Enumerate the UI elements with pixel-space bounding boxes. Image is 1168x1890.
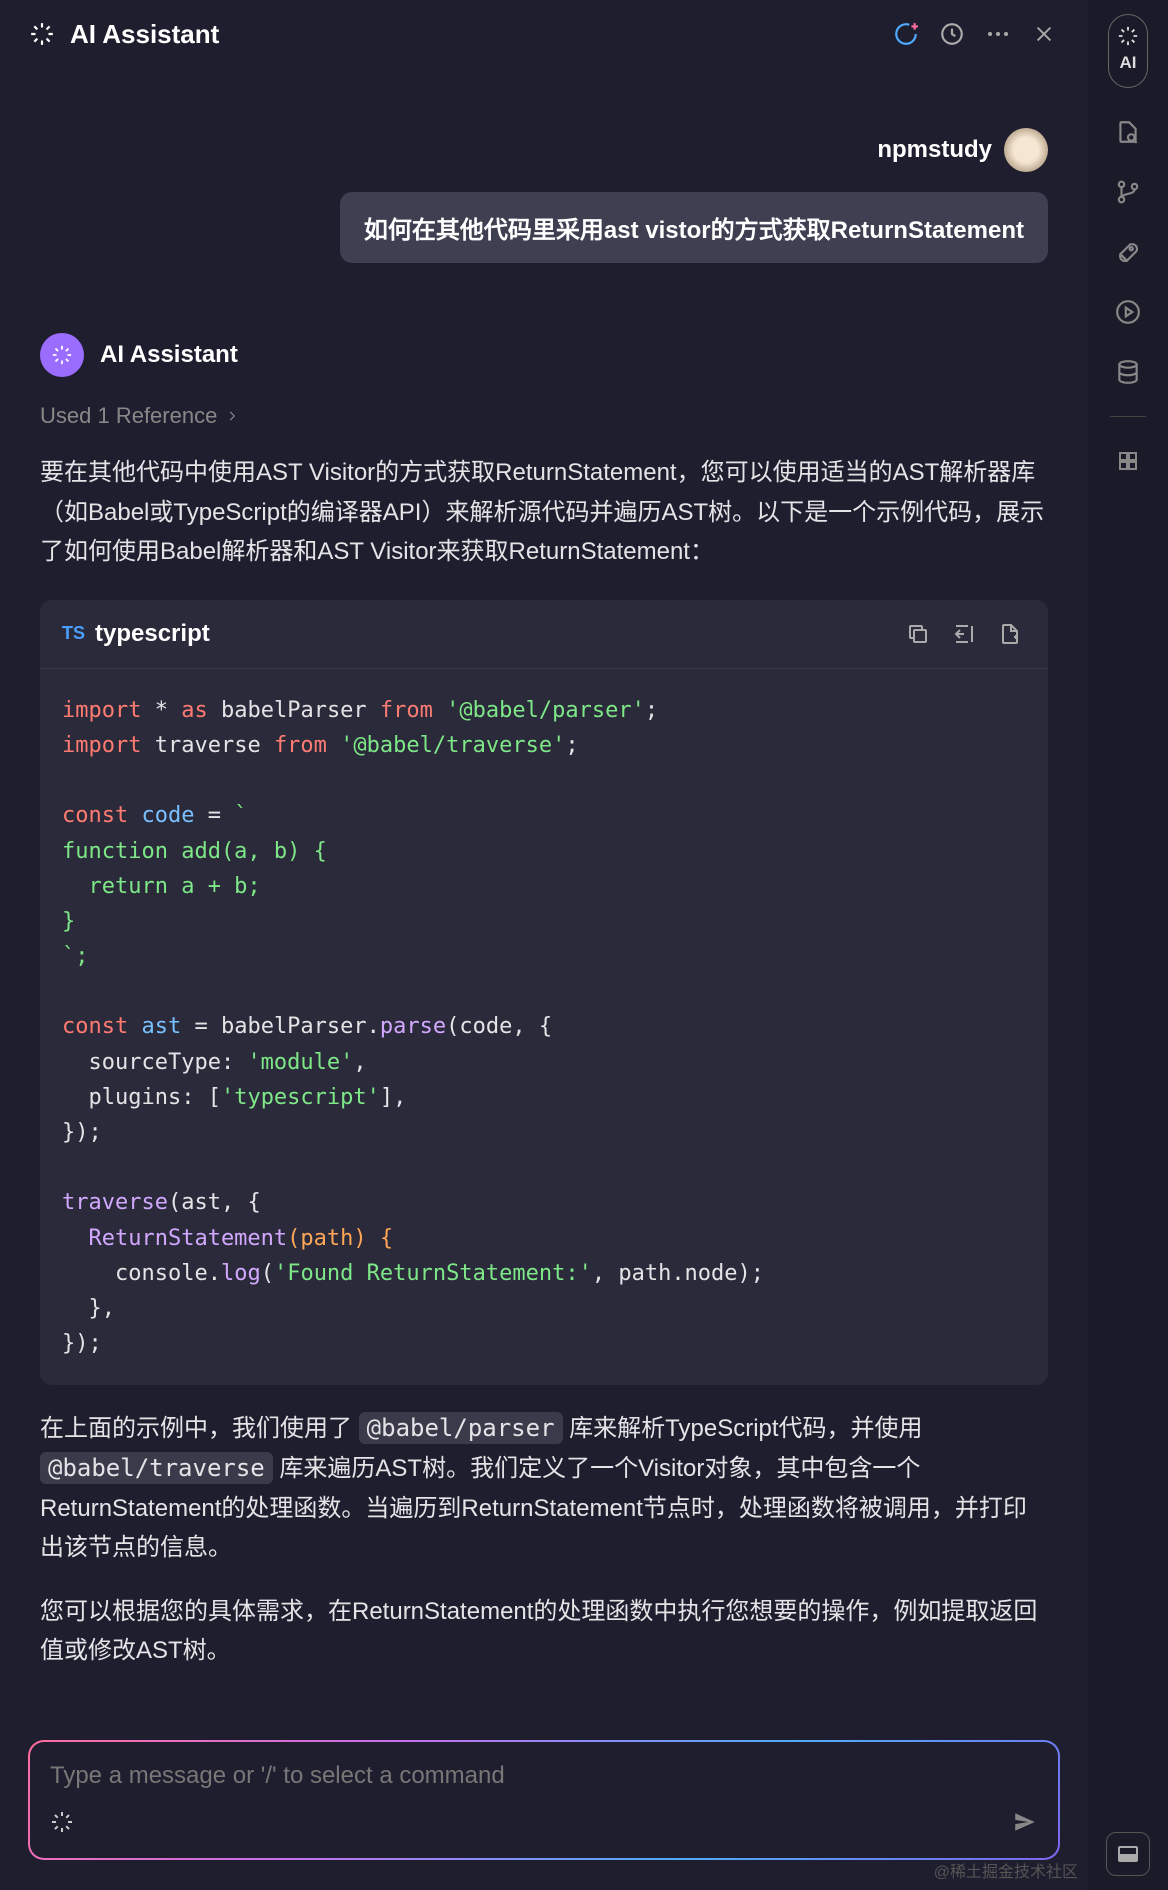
user-message-bubble: 如何在其他代码里采用ast vistor的方式获取ReturnStatement [340, 192, 1048, 263]
branch-icon[interactable] [1112, 176, 1144, 208]
copy-icon[interactable] [902, 618, 934, 650]
grid-icon[interactable] [1112, 445, 1144, 477]
send-icon[interactable] [1012, 1809, 1038, 1840]
message-input[interactable]: Type a message or '/' to select a comman… [28, 1740, 1060, 1860]
database-icon[interactable] [1112, 356, 1144, 388]
assistant-avatar [40, 333, 84, 377]
rocket-icon[interactable] [1112, 236, 1144, 268]
right-sidebar: AI [1088, 0, 1168, 1890]
assistant-paragraph-3: 您可以根据您的具体需求，在ReturnStatement的处理函数中执行您想要的… [40, 1592, 1048, 1671]
assistant-paragraph-1: 要在其他代码中使用AST Visitor的方式获取ReturnStatement… [40, 453, 1048, 572]
ai-tab-label: AI [1120, 53, 1137, 73]
code-body[interactable]: import * as babelParser from '@babel/par… [40, 669, 1048, 1386]
app-title: AI Assistant [70, 19, 219, 50]
language-label: typescript [95, 620, 210, 648]
sparkle-icon[interactable] [50, 1810, 74, 1839]
header: AI Assistant [0, 0, 1088, 68]
file-search-icon[interactable] [1112, 116, 1144, 148]
code-chip-parser: @babel/parser [359, 1412, 563, 1444]
user-header: npmstudy [40, 128, 1048, 172]
play-icon[interactable] [1112, 296, 1144, 328]
new-chat-icon[interactable] [890, 18, 922, 50]
sparkle-icon [28, 20, 56, 48]
language-badge: TS [62, 623, 85, 644]
user-message: 如何在其他代码里采用ast vistor的方式获取ReturnStatement [364, 210, 1024, 245]
username: npmstudy [877, 136, 992, 164]
assistant-name: AI Assistant [100, 341, 238, 369]
ai-tab[interactable]: AI [1108, 14, 1148, 88]
new-file-icon[interactable] [994, 618, 1026, 650]
chat-content: npmstudy 如何在其他代码里采用ast vistor的方式获取Return… [0, 68, 1088, 1720]
assistant-paragraph-2: 在上面的示例中，我们使用了 @babel/parser 库来解析TypeScri… [40, 1409, 1048, 1567]
chevron-right-icon [225, 409, 239, 423]
panel-icon[interactable] [1106, 1832, 1150, 1876]
input-placeholder: Type a message or '/' to select a comman… [50, 1762, 1038, 1791]
insert-icon[interactable] [948, 618, 980, 650]
watermark: @稀土掘金技术社区 [934, 1858, 1078, 1882]
code-header: TS typescript [40, 600, 1048, 669]
close-icon[interactable] [1028, 18, 1060, 50]
reference-label: Used 1 Reference [40, 403, 217, 429]
input-area: Type a message or '/' to select a comman… [0, 1720, 1088, 1890]
code-chip-traverse: @babel/traverse [40, 1452, 273, 1484]
assistant-header: AI Assistant [40, 333, 1048, 377]
sparkle-icon [1117, 25, 1139, 47]
more-icon[interactable] [982, 18, 1014, 50]
reference-toggle[interactable]: Used 1 Reference [40, 403, 1048, 429]
code-block: TS typescript import * as babelParser fr… [40, 600, 1048, 1386]
user-avatar [1004, 128, 1048, 172]
history-icon[interactable] [936, 18, 968, 50]
divider [1110, 416, 1146, 417]
